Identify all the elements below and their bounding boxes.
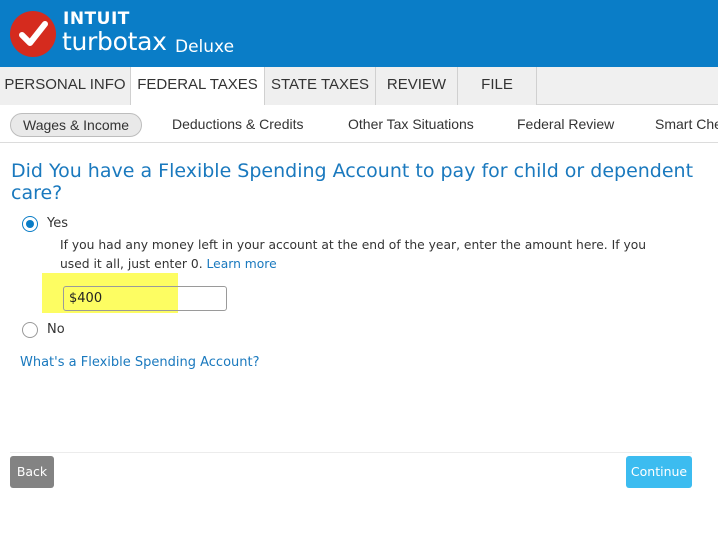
radio-yes-label[interactable]: Yes [47, 216, 68, 231]
fsa-amount-input[interactable]: $400 [63, 286, 227, 311]
brand-edition: Deluxe [175, 37, 235, 57]
app-header: INTUIT turbotax Deluxe [0, 0, 718, 67]
sub-tabs: Wages & Income Deductions & Credits Othe… [0, 105, 718, 143]
subtab-deductions-credits[interactable]: Deductions & Credits [172, 113, 304, 137]
main-tabs: PERSONAL INFO FEDERAL TAXES STATE TAXES … [0, 67, 718, 106]
brand-intuit: INTUIT [63, 9, 130, 29]
learn-more-link[interactable]: Learn more [207, 257, 277, 271]
radio-no-label[interactable]: No [47, 322, 65, 337]
tab-review[interactable]: REVIEW [376, 67, 458, 105]
help-text-body: If you had any money left in your accoun… [60, 238, 647, 271]
tab-file[interactable]: FILE [458, 67, 537, 105]
subtab-wages-income[interactable]: Wages & Income [10, 113, 143, 137]
back-button[interactable]: Back [10, 456, 54, 488]
radio-no[interactable] [22, 322, 38, 338]
subtab-smart-check[interactable]: Smart Che [655, 113, 718, 137]
radio-dot-icon [26, 220, 34, 228]
question-title: Did You have a Flexible Spending Account… [11, 160, 694, 204]
tab-federal-taxes[interactable]: FEDERAL TAXES [131, 67, 265, 106]
subtab-federal-review[interactable]: Federal Review [517, 113, 614, 137]
subtab-other-tax-situations[interactable]: Other Tax Situations [348, 113, 474, 137]
continue-button[interactable]: Continue [626, 456, 692, 488]
fsa-info-link[interactable]: What's a Flexible Spending Account? [20, 355, 260, 370]
tab-state-taxes[interactable]: STATE TAXES [265, 67, 376, 105]
help-text: If you had any money left in your accoun… [60, 236, 670, 274]
radio-yes[interactable] [22, 216, 38, 232]
footer-divider [10, 452, 692, 453]
tab-personal-info[interactable]: PERSONAL INFO [0, 67, 131, 105]
turbotax-check-logo-icon [10, 11, 56, 57]
brand-turbotax: turbotax [62, 27, 167, 56]
